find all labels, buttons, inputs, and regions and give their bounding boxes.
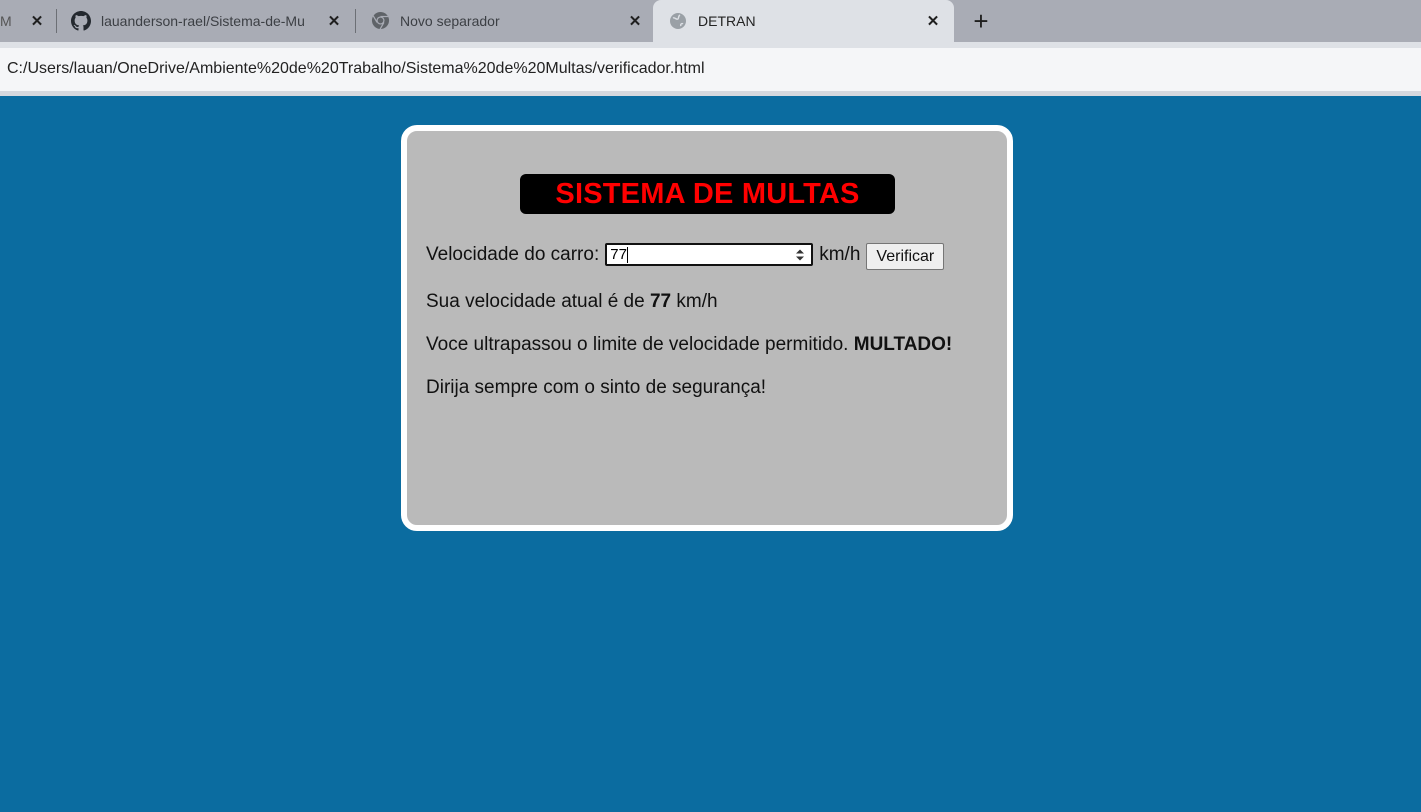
speed-input[interactable]: 77 [605, 243, 814, 266]
warning-message: Voce ultrapassou o limite de velocidade … [426, 334, 849, 355]
speed-unit: km/h [819, 243, 861, 265]
fine-status: MULTADO! [853, 334, 953, 355]
result-prefix: Sua velocidade atual é de [426, 291, 645, 312]
close-icon[interactable]: ✕ [27, 11, 47, 31]
tab-strip: M ✕ lauanderson-rael/Sistema-de-Mu ✕ Nov… [0, 0, 1421, 42]
tab-github[interactable]: lauanderson-rael/Sistema-de-Mu ✕ [58, 0, 354, 42]
globe-icon [669, 12, 687, 33]
close-icon[interactable]: ✕ [324, 11, 344, 31]
speed-input-value: 77 [610, 246, 627, 263]
url-text[interactable]: C:/Users/lauan/OneDrive/Ambiente%20de%20… [7, 60, 705, 78]
speed-form: Velocidade do carro: 77 km/h Verificar [426, 239, 945, 270]
github-icon [71, 11, 91, 34]
page-title: SISTEMA DE MULTAS [520, 174, 895, 214]
tab-title: M [0, 13, 12, 29]
new-tab-button[interactable]: + [968, 8, 994, 34]
spinner-arrows-icon[interactable] [794, 247, 806, 263]
tab-separator [355, 9, 356, 33]
tab-partial[interactable]: M ✕ [0, 0, 56, 42]
tab-title: Novo separador [400, 13, 500, 29]
tab-title: DETRAN [698, 13, 756, 29]
toolbar-divider [0, 91, 1421, 96]
tab-detran[interactable]: DETRAN ✕ [653, 0, 954, 42]
speed-label: Velocidade do carro: [426, 243, 600, 265]
tab-separator [56, 9, 57, 33]
advice-text: Dirija sempre com o sinto de segurança! [426, 377, 767, 398]
result-speed-value: 77 [649, 291, 672, 312]
close-icon[interactable]: ✕ [923, 11, 943, 31]
chrome-icon [371, 11, 390, 33]
warning-text: Voce ultrapassou o limite de velocidade … [426, 334, 952, 356]
text-caret [626, 246, 628, 263]
verify-button[interactable]: Verificar [866, 243, 945, 270]
result-unit: km/h [676, 291, 718, 312]
fine-system-card: SISTEMA DE MULTAS Velocidade do carro: 7… [401, 125, 1013, 531]
tab-new-separator[interactable]: Novo separador ✕ [357, 0, 653, 42]
address-bar[interactable]: C:/Users/lauan/OneDrive/Ambiente%20de%20… [0, 48, 1421, 91]
result-text: Sua velocidade atual é de 77 km/h [426, 291, 718, 313]
tab-title: lauanderson-rael/Sistema-de-Mu [101, 13, 305, 29]
close-icon[interactable]: ✕ [625, 11, 645, 31]
